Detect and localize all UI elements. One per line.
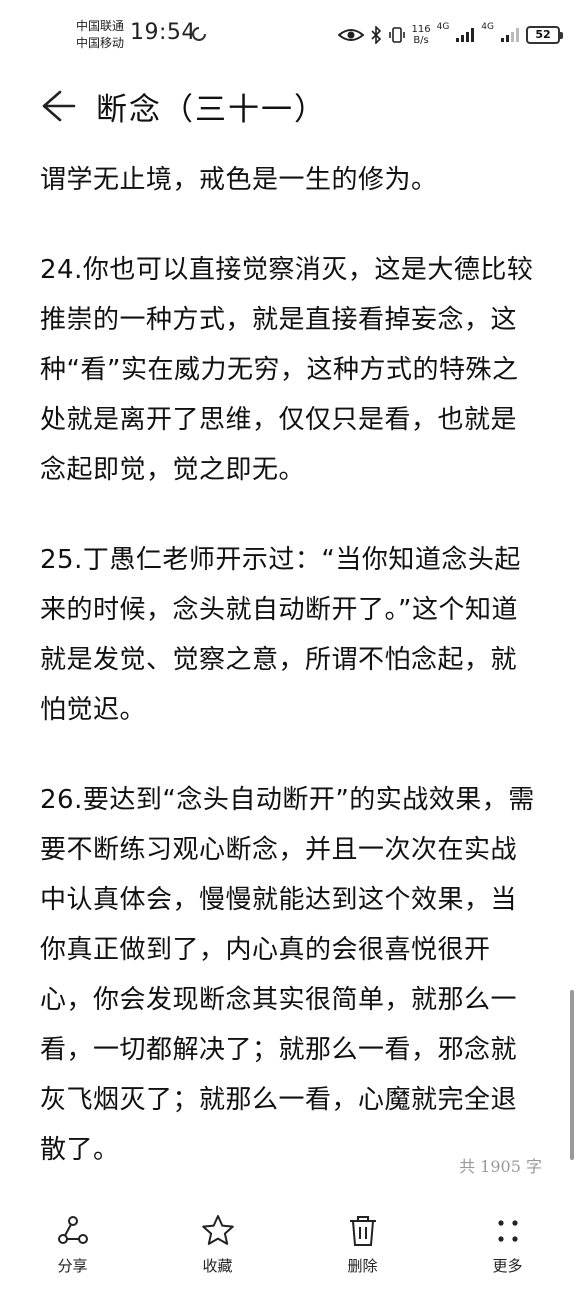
- status-bar: 中国联通 中国移动 19:54 116 B/s 4G 4G 52: [0, 0, 580, 70]
- bluetooth-icon: [370, 26, 381, 44]
- paragraph: 谓学无止境，戒色是一生的修为。: [40, 165, 438, 195]
- carrier-1: 中国联通: [76, 19, 125, 33]
- eye-icon: [337, 29, 364, 41]
- paragraph: 24.你也可以直接觉察消灭，这是大德比较推崇的一种方式，就是直接看掉妄念，这种“…: [40, 255, 534, 485]
- article-body: 谓学无止境，戒色是一生的修为。 24.你也可以直接觉察消灭，这是大德比较推崇的一…: [40, 155, 540, 1215]
- share-icon: [57, 1216, 88, 1244]
- share-button[interactable]: 分享: [0, 1205, 145, 1289]
- sync-icon: [192, 27, 206, 41]
- carrier-2: 中国移动: [76, 36, 125, 50]
- status-icons: 116 B/s 4G 4G 52: [337, 18, 563, 52]
- clock: 19:54: [130, 20, 196, 45]
- net-speed: 116 B/s: [412, 24, 431, 46]
- signal-icon-2: [501, 28, 519, 42]
- trash-icon: [349, 1216, 376, 1246]
- paragraph: 25.丁愚仁老师开示过：“当你知道念头起来的时候，念头就自动断开了。”这个知道就…: [40, 545, 521, 725]
- delete-button[interactable]: 删除: [290, 1205, 435, 1289]
- more-button[interactable]: 更多: [435, 1205, 580, 1289]
- favorite-label: 收藏: [202, 1257, 233, 1275]
- battery-icon: 52: [526, 26, 563, 44]
- network-type-1: 4G: [436, 22, 450, 32]
- paragraph: 26.要达到“念头自动断开”的实战效果，需要不断练习观心断念，并且一次次在实战中…: [40, 785, 535, 1165]
- share-label: 分享: [57, 1257, 88, 1275]
- word-count: 共 1905 字: [459, 1157, 542, 1176]
- bottom-toolbar: 分享 收藏 删除 更多: [0, 1205, 580, 1289]
- net-speed-unit: B/s: [413, 35, 429, 46]
- more-dots-icon: [497, 1220, 518, 1242]
- page-title: 断念（三十一）: [96, 92, 327, 128]
- delete-label: 删除: [347, 1257, 378, 1275]
- network-type-2: 4G: [481, 22, 494, 32]
- favorite-button[interactable]: 收藏: [145, 1205, 290, 1289]
- star-icon: [201, 1215, 234, 1245]
- more-label: 更多: [492, 1257, 523, 1275]
- header: 断念（三十一）: [0, 78, 580, 134]
- back-arrow-icon[interactable]: [38, 86, 78, 126]
- net-speed-value: 116: [411, 24, 431, 35]
- scrollbar-thumb[interactable]: [570, 990, 574, 1160]
- vibrate-icon: [388, 27, 405, 43]
- carrier-info: 中国联通 中国移动: [76, 18, 124, 52]
- signal-icon-1: [456, 28, 475, 42]
